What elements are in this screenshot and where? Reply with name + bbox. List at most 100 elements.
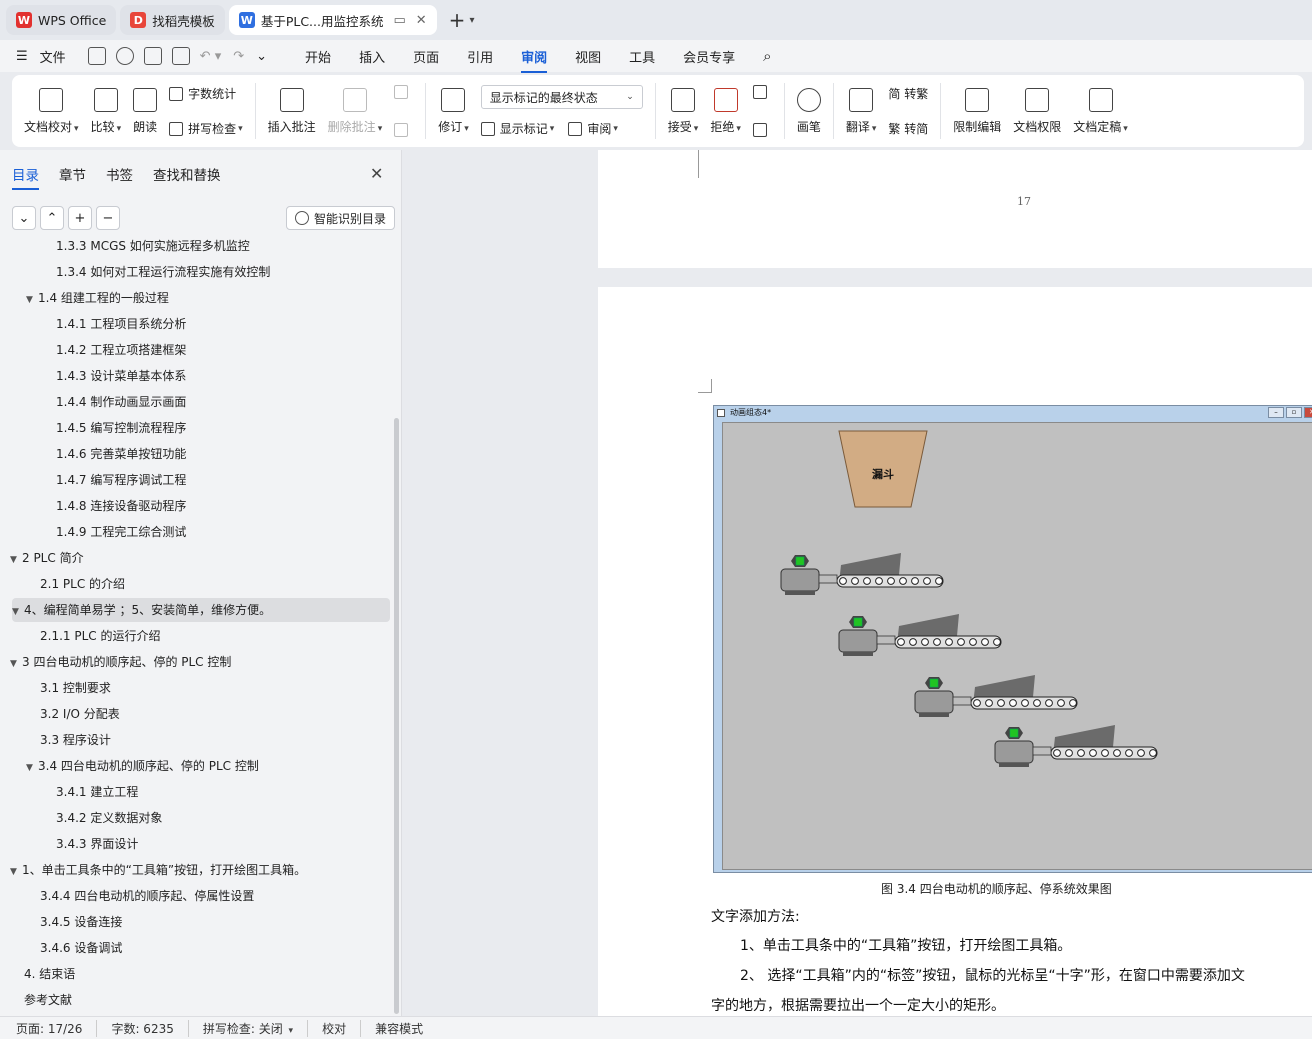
next-change-icon[interactable] xyxy=(752,123,772,137)
page-indicator[interactable]: 页面: 17/26 xyxy=(16,1019,98,1037)
menu-tab-membership[interactable]: 会员专享 xyxy=(683,47,735,66)
accept-button[interactable]: 接受 ▾ xyxy=(668,87,698,135)
toc-item[interactable]: ▼ 3.4 四台电动机的顺序起、停的 PLC 控制 xyxy=(26,754,259,778)
nav-scrollbar[interactable] xyxy=(394,418,399,1014)
menu-tab-tools[interactable]: 工具 xyxy=(629,47,655,66)
doc-finalize-button[interactable]: 文档定稿 ▾ xyxy=(1073,87,1128,135)
toc-item[interactable]: ▼ 1.4 组建工程的一般过程 xyxy=(26,286,169,310)
menu-tab-view[interactable]: 视图 xyxy=(575,47,601,66)
close-tab-icon[interactable]: ✕ xyxy=(416,13,427,28)
toc-item[interactable]: 3.4.5 设备连接 xyxy=(40,910,122,934)
nav-tab-chapters[interactable]: 章节 xyxy=(59,164,86,184)
menu-tab-page[interactable]: 页面 xyxy=(413,47,439,66)
toc-item[interactable]: 参考文献 xyxy=(24,988,72,1012)
search-icon[interactable]: ⌕ xyxy=(763,47,771,65)
add-heading-plus-icon[interactable]: + xyxy=(68,206,92,230)
toc-item[interactable]: 1.3.3 MCGS 如何实施远程多机监控 xyxy=(56,236,250,258)
collapse-chevron-down-icon[interactable]: ⌄ xyxy=(12,206,36,230)
track-changes-button[interactable]: 修订 ▾ xyxy=(438,87,469,135)
expand-arrow-icon[interactable]: ▼ xyxy=(12,600,24,624)
print-icon[interactable] xyxy=(143,47,162,65)
expand-chevron-up-icon[interactable]: ⌃ xyxy=(40,206,64,230)
word-count-button[interactable]: 字数统计 xyxy=(169,85,243,102)
doc-permission-button[interactable]: 文档权限 xyxy=(1013,87,1061,135)
to-simplified-button[interactable]: 繁 转简 xyxy=(888,120,928,137)
smart-toc-button[interactable]: 智能识别目录 xyxy=(286,206,396,230)
toc-item[interactable]: 1.4.4 制作动画显示画面 xyxy=(56,390,186,414)
save-icon[interactable] xyxy=(87,47,106,65)
restore-tab-icon[interactable]: ▭ xyxy=(393,13,405,28)
show-markup-button[interactable]: 显示标记 ▾ xyxy=(480,120,554,137)
tab-current-document[interactable]: W 基于PLC...用监控系统 ▭ ✕ xyxy=(228,5,437,35)
spell-check-status[interactable]: 拼写检查: 关闭 ▾ xyxy=(203,1019,309,1037)
expand-arrow-icon[interactable]: ▼ xyxy=(10,860,22,884)
toc-item[interactable]: 1.4.1 工程项目系统分析 xyxy=(56,312,186,336)
delete-comment-button[interactable]: 删除批注 ▾ xyxy=(328,87,382,135)
toc-item[interactable]: 3.4.4 四台电动机的顺序起、停属性设置 xyxy=(40,884,254,908)
toc-item[interactable]: 4. 结束语 xyxy=(24,962,75,986)
toc-item[interactable]: 1.4.7 编写程序调试工程 xyxy=(56,468,186,492)
menu-tab-references[interactable]: 引用 xyxy=(467,47,493,66)
expand-arrow-icon[interactable]: ▼ xyxy=(10,652,22,676)
doc-check-button[interactable]: 文档校对 ▾ xyxy=(24,87,79,135)
proofread-status[interactable]: 校对 xyxy=(322,1019,362,1037)
insert-comment-button[interactable]: 插入批注 xyxy=(268,87,316,135)
spell-check-button[interactable]: 拼写检查 ▾ xyxy=(169,120,243,137)
close-icon[interactable]: ✕ xyxy=(370,164,383,183)
toc-item[interactable]: 2.1 PLC 的介绍 xyxy=(40,572,125,596)
menu-tab-home[interactable]: 开始 xyxy=(305,47,331,66)
review-pane-button[interactable]: 审阅 ▾ xyxy=(568,120,618,137)
toc-item[interactable]: 3.1 控制要求 xyxy=(40,676,111,700)
restrict-edit-button[interactable]: 限制编辑 xyxy=(953,87,1001,135)
compare-button[interactable]: 比较 ▾ xyxy=(91,87,121,135)
toc-item[interactable]: 3.4.6 设备调试 xyxy=(40,936,122,960)
toc-item[interactable]: 3.4.3 界面设计 xyxy=(56,832,138,856)
reject-button[interactable]: 拒绝 ▾ xyxy=(710,87,741,135)
read-aloud-button[interactable]: 朗读 xyxy=(133,87,157,135)
print-preview-icon[interactable] xyxy=(171,47,190,65)
tab-docer-templates[interactable]: D 找稻壳模板 xyxy=(120,5,225,35)
toc-item[interactable]: 2.1.1 PLC 的运行介绍 xyxy=(40,624,160,648)
toc-item[interactable]: 1.4.6 完善菜单按钮功能 xyxy=(56,442,186,466)
to-traditional-button[interactable]: 简 转繁 xyxy=(888,85,928,102)
toc-item[interactable]: 3.4.1 建立工程 xyxy=(56,780,138,804)
toc-item[interactable]: 1.4.2 工程立项搭建框架 xyxy=(56,338,186,362)
quick-access-chevron-down-icon[interactable]: ⌄ xyxy=(256,49,267,64)
toc-item[interactable]: ▼ 3 四台电动机的顺序起、停的 PLC 控制 xyxy=(10,650,231,674)
nav-tab-find-replace[interactable]: 查找和替换 xyxy=(153,164,221,184)
tab-wps-office[interactable]: W WPS Office xyxy=(6,5,117,35)
toc-item[interactable]: 3.4.2 定义数据对象 xyxy=(56,806,162,830)
markup-state-select[interactable]: 显示标记的最终状态 ⌄ xyxy=(480,85,643,109)
menu-tab-review[interactable]: 审阅 xyxy=(521,47,548,73)
previous-change-icon[interactable] xyxy=(752,85,772,99)
expand-arrow-icon[interactable]: ▼ xyxy=(26,288,38,312)
redo-icon[interactable]: ↷ xyxy=(233,49,244,64)
share-icon[interactable] xyxy=(115,47,134,65)
undo-icon[interactable]: ↶ ▾ xyxy=(200,49,222,64)
toc-item[interactable]: ▼ 4、编程简单易学 ；5、安装简单，维修方便。 xyxy=(12,598,390,622)
toc-item[interactable]: ▼ 2 PLC 简介 xyxy=(10,546,84,570)
toc-item[interactable]: 1.4.3 设计菜单基本体系 xyxy=(56,364,186,388)
previous-comment-icon[interactable] xyxy=(394,85,413,99)
file-menu[interactable]: 文件 xyxy=(40,47,66,66)
nav-tab-bookmarks[interactable]: 书签 xyxy=(106,164,133,184)
new-tab-plus-icon[interactable]: + xyxy=(449,8,466,32)
new-tab-chevron-down-icon[interactable]: ▾ xyxy=(469,15,474,26)
toc-item[interactable]: 1.4.5 编写控制流程程序 xyxy=(56,416,186,440)
pen-button[interactable]: 画笔 xyxy=(796,87,821,135)
nav-tab-toc[interactable]: 目录 xyxy=(12,164,39,190)
expand-arrow-icon[interactable]: ▼ xyxy=(10,548,22,572)
toc-item[interactable]: 3.3 程序设计 xyxy=(40,728,111,752)
hamburger-menu-icon[interactable]: ☰ xyxy=(16,49,28,64)
toc-item[interactable]: 1.4.8 连接设备驱动程序 xyxy=(56,494,186,518)
toc-item[interactable]: ▼ 1、单击工具条中的“工具箱”按钮，打开绘图工具箱。 xyxy=(10,858,306,882)
translate-button[interactable]: 翻译 ▾ xyxy=(846,87,876,135)
toc-item[interactable]: 1.4.9 工程完工综合测试 xyxy=(56,520,186,544)
next-comment-icon[interactable] xyxy=(394,123,413,137)
remove-heading-minus-icon[interactable]: − xyxy=(96,206,120,230)
expand-arrow-icon[interactable]: ▼ xyxy=(26,756,38,780)
toc-item[interactable]: 3.2 I/O 分配表 xyxy=(40,702,120,726)
toc-item[interactable]: 1.3.4 如何对工程运行流程实施有效控制 xyxy=(56,260,270,284)
menu-tab-insert[interactable]: 插入 xyxy=(359,47,385,66)
word-count-indicator[interactable]: 字数: 6235 xyxy=(111,1019,189,1037)
